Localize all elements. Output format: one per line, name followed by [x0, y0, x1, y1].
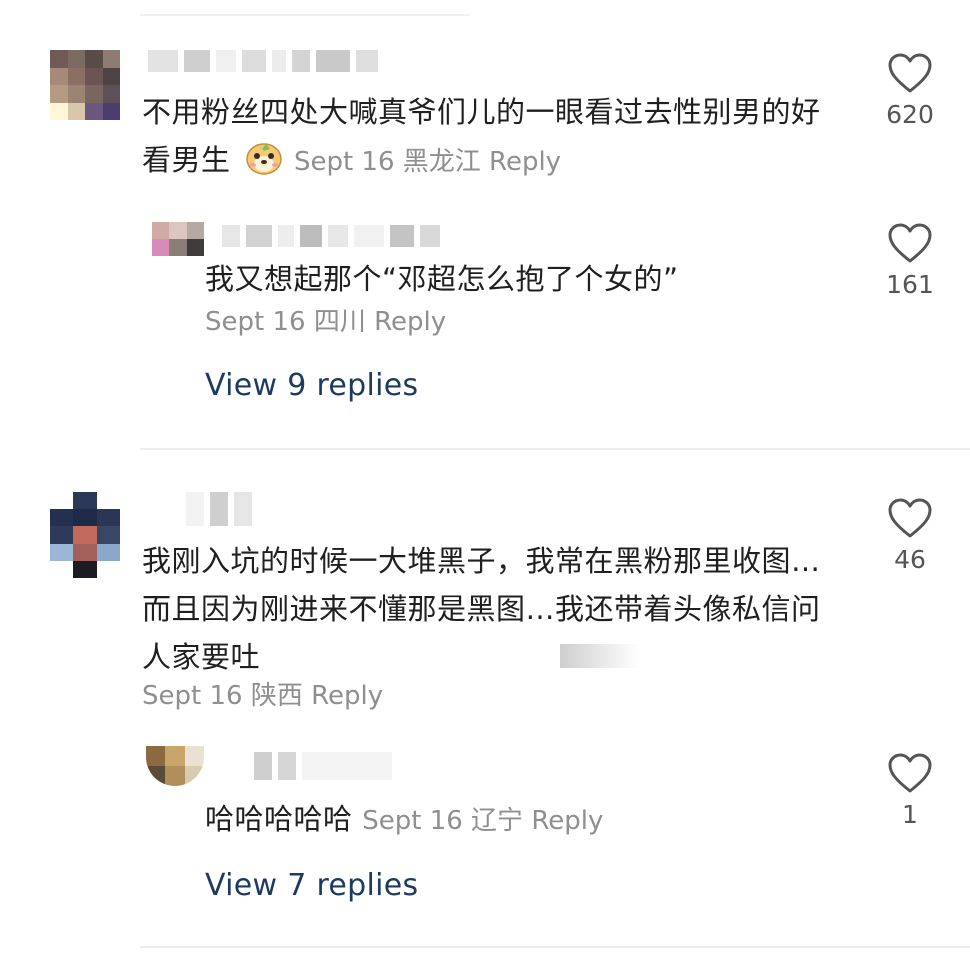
comment-location: 黑龙江: [402, 147, 481, 177]
dog-emoji-icon: [244, 138, 284, 190]
like-count: 161: [886, 270, 934, 299]
reply-location: 辽宁: [471, 806, 524, 836]
view-replies-button[interactable]: View 7 replies: [205, 868, 418, 903]
comment-meta: Sept 16 陕西 Reply: [142, 672, 383, 720]
reply-text: 我又想起那个“邓超怎么抱了个女的”: [205, 262, 679, 296]
heart-outline-icon: [888, 223, 932, 263]
reply-button[interactable]: Reply: [489, 147, 561, 177]
username-blurred[interactable]: [186, 492, 252, 526]
comment-text: 我刚入坑的时候一大堆黑子，我常在黑粉那里收图…而且因为刚进来不懂那是黑图…我还带…: [142, 544, 821, 674]
reply-button[interactable]: Reply: [374, 307, 446, 337]
comment-date: Sept 16: [293, 147, 395, 177]
reply-button[interactable]: Reply: [311, 681, 383, 711]
like-count: 620: [886, 100, 934, 129]
reply-text: 哈哈哈哈哈 Sept 16 辽宁 Reply: [205, 795, 845, 845]
heart-outline-icon: [888, 753, 932, 793]
like-count: 1: [902, 800, 918, 829]
like-button[interactable]: 1: [875, 752, 945, 829]
reply-location: 四川: [313, 307, 366, 337]
avatar[interactable]: [152, 222, 204, 256]
comment-meta: Sept 16 黑龙江 Reply: [294, 147, 561, 177]
reply-date: Sept 16: [362, 806, 463, 836]
like-button[interactable]: 161: [875, 222, 945, 299]
reply-date: Sept 16: [205, 307, 306, 337]
username-blurred[interactable]: [254, 752, 392, 780]
comment-text: 不用粉丝四处大喊真爷们儿的一眼看过去性别男的好看男生 Sept 16 黑龙江 R…: [142, 88, 832, 190]
avatar[interactable]: [146, 746, 204, 786]
username-blurred[interactable]: [222, 225, 440, 247]
comment-divider: [140, 448, 970, 450]
avatar[interactable]: [50, 492, 120, 578]
top-divider: [140, 14, 470, 16]
heart-outline-icon: [888, 53, 932, 93]
reply-meta: Sept 16 四川 Reply: [205, 298, 446, 346]
reply-meta: Sept 16 辽宁 Reply: [362, 806, 603, 836]
like-button[interactable]: 46: [875, 497, 945, 574]
reply-body: 哈哈哈哈哈: [205, 802, 353, 836]
bottom-divider: [140, 946, 970, 948]
username-blurred[interactable]: [148, 50, 378, 72]
comment-date: Sept 16: [142, 681, 243, 711]
heart-outline-icon: [888, 498, 932, 538]
like-button[interactable]: 620: [875, 52, 945, 129]
reply-button[interactable]: Reply: [531, 806, 603, 836]
view-replies-button[interactable]: View 9 replies: [205, 368, 418, 403]
comment-location: 陕西: [250, 681, 303, 711]
like-count: 46: [894, 545, 926, 574]
text-fade: [560, 644, 640, 668]
avatar[interactable]: [50, 50, 120, 120]
